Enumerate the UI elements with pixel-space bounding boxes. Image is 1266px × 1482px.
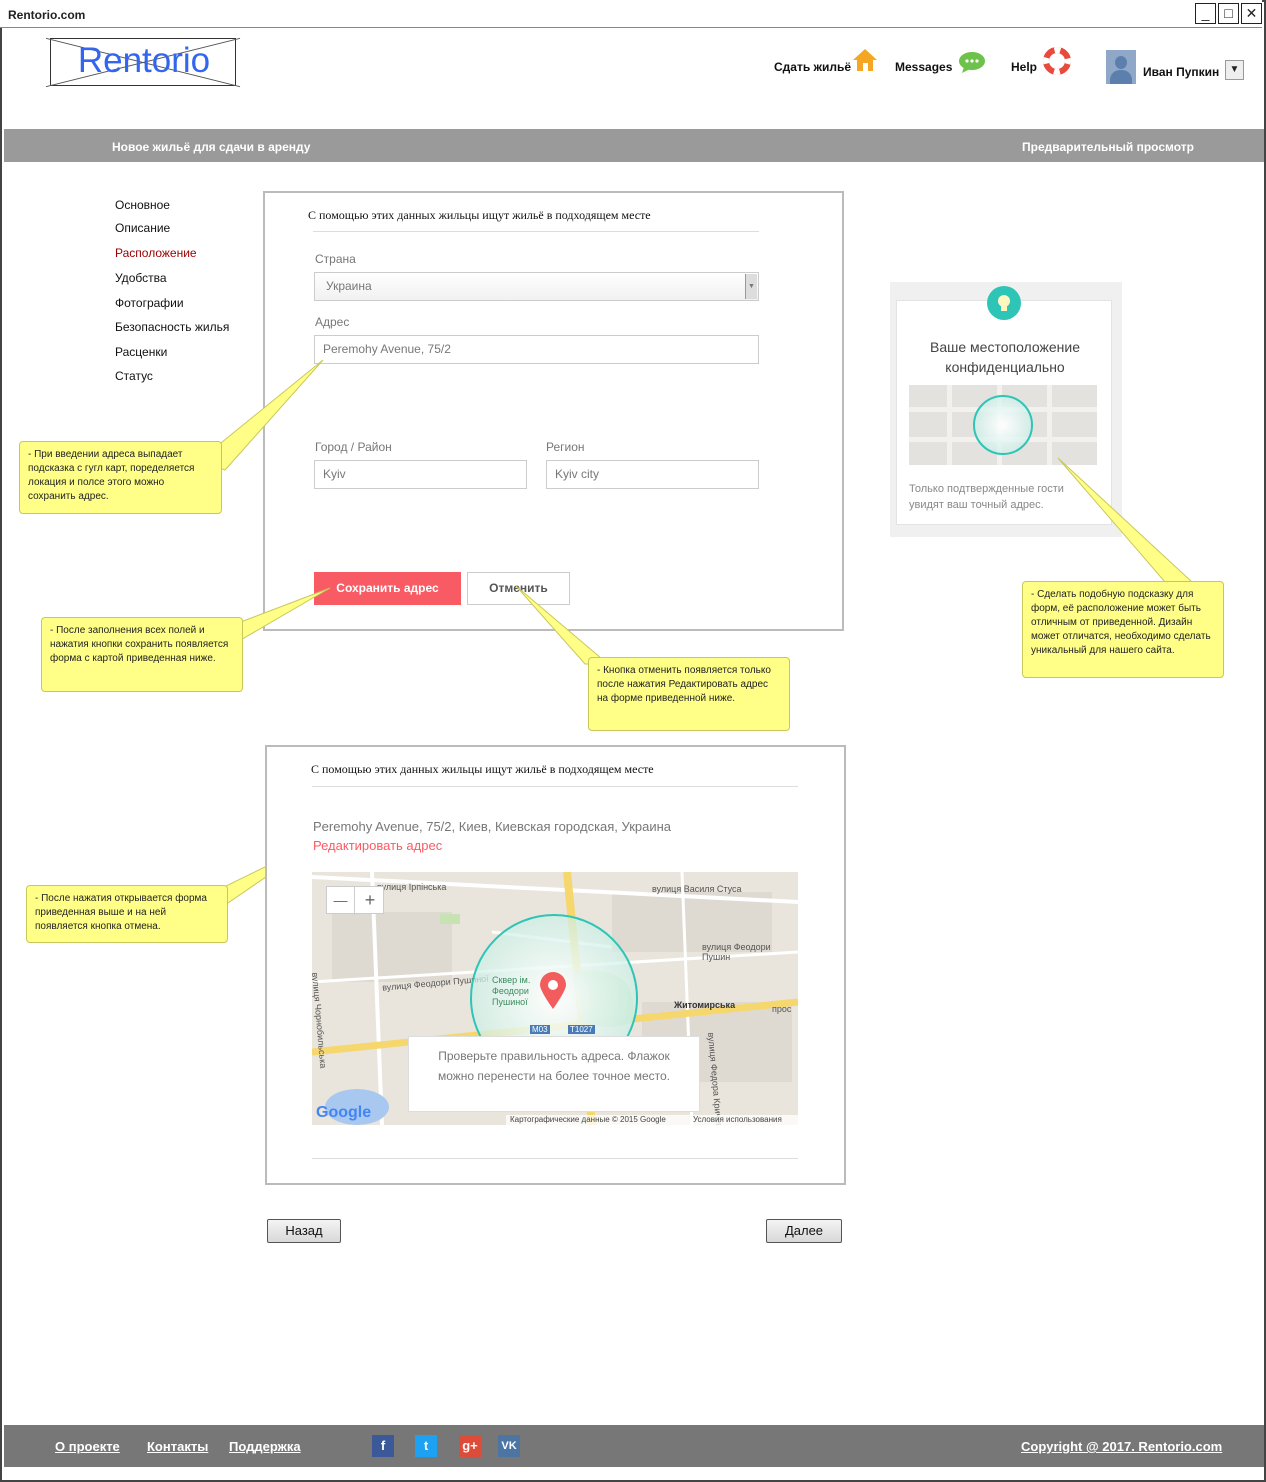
sticky-note: - После нажатия открывается форма привед… (26, 885, 228, 943)
next-button[interactable]: Далее (766, 1219, 842, 1243)
location-pin-icon[interactable] (538, 971, 568, 1011)
sticky-note: - Кнопка отменить появляется только посл… (588, 657, 790, 731)
vk-icon[interactable]: VK (498, 1435, 520, 1457)
footer-support-link[interactable]: Поддержка (229, 1439, 301, 1454)
map-data-credit: Картографические данные © 2015 Google (510, 1115, 666, 1124)
location-map[interactable]: вулиця Василя Стуса вулиця Феодори Пушин… (312, 872, 798, 1125)
twitter-icon[interactable]: t (415, 1435, 437, 1457)
back-button[interactable]: Назад (267, 1219, 341, 1243)
sticky-note: - При введении адреса выпадает подсказка… (19, 441, 222, 514)
form-intro: С помощью этих данных жильцы ищут жильё … (311, 762, 654, 776)
facebook-icon[interactable]: f (372, 1435, 394, 1457)
sticky-note: - После заполнения всех полей и нажатия … (41, 617, 243, 692)
sticky-note: - Сделать подобную подсказку для форм, е… (1022, 581, 1224, 678)
footer-copyright[interactable]: Copyright @ 2017. Rentorio.com (1021, 1439, 1222, 1454)
saved-address-text: Peremohy Avenue, 75/2, Киев, Киевская го… (313, 819, 672, 834)
zoom-in-button[interactable]: + (356, 887, 384, 915)
map-terms-link[interactable]: Условия использования (693, 1115, 782, 1124)
google-plus-icon[interactable]: g+ (459, 1435, 481, 1457)
edit-address-link[interactable]: Редактировать адрес (313, 838, 442, 853)
google-logo: Google (316, 1104, 372, 1121)
footer-contacts-link[interactable]: Контакты (147, 1439, 208, 1454)
footer-about-link[interactable]: О проекте (55, 1439, 120, 1454)
footer: О проекте Контакты Поддержка f t g+ VK C… (4, 1425, 1264, 1467)
zoom-out-button[interactable]: — (327, 887, 355, 915)
map-check-message: Проверьте правильность адреса. Флажок мо… (408, 1036, 700, 1112)
zoom-controls: — + (326, 886, 384, 915)
note-connectors (199, 359, 1194, 906)
